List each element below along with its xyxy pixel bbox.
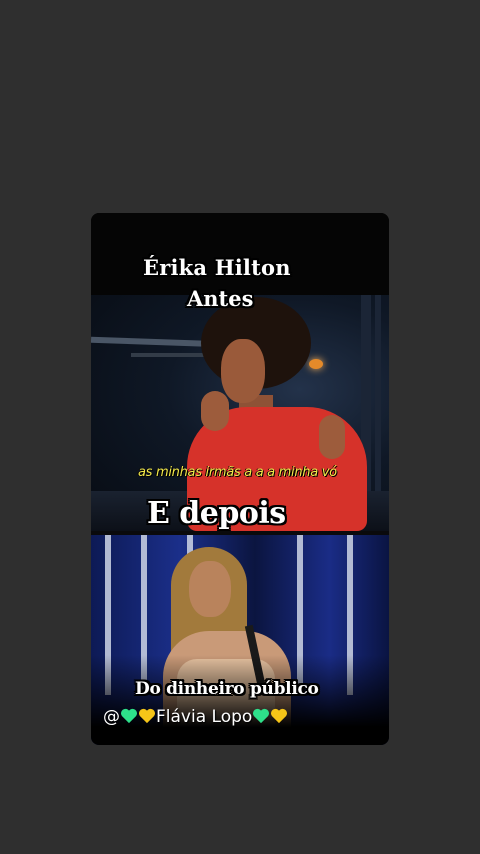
credit-at: @: [103, 707, 120, 727]
top-black-band: [91, 213, 389, 295]
video-frame[interactable]: Érika Hilton Antes as minhas irmãs a a a…: [91, 213, 389, 745]
yellow-heart-icon: [271, 708, 288, 724]
title-after: E depois: [147, 496, 286, 531]
title-before: Antes: [187, 286, 254, 311]
credit-watermark: @ Flávia Lopo: [103, 707, 288, 727]
yellow-heart-icon: [139, 708, 155, 724]
caption-money: Do dinheiro público: [135, 679, 319, 699]
title-name: Érika Hilton: [143, 255, 291, 280]
green-heart-icon: [253, 708, 270, 724]
green-heart-icon: [121, 708, 137, 724]
credit-name: Flávia Lopo: [156, 707, 253, 727]
speech-subtitle: as minhas irmãs a a a minha vó: [138, 465, 337, 480]
